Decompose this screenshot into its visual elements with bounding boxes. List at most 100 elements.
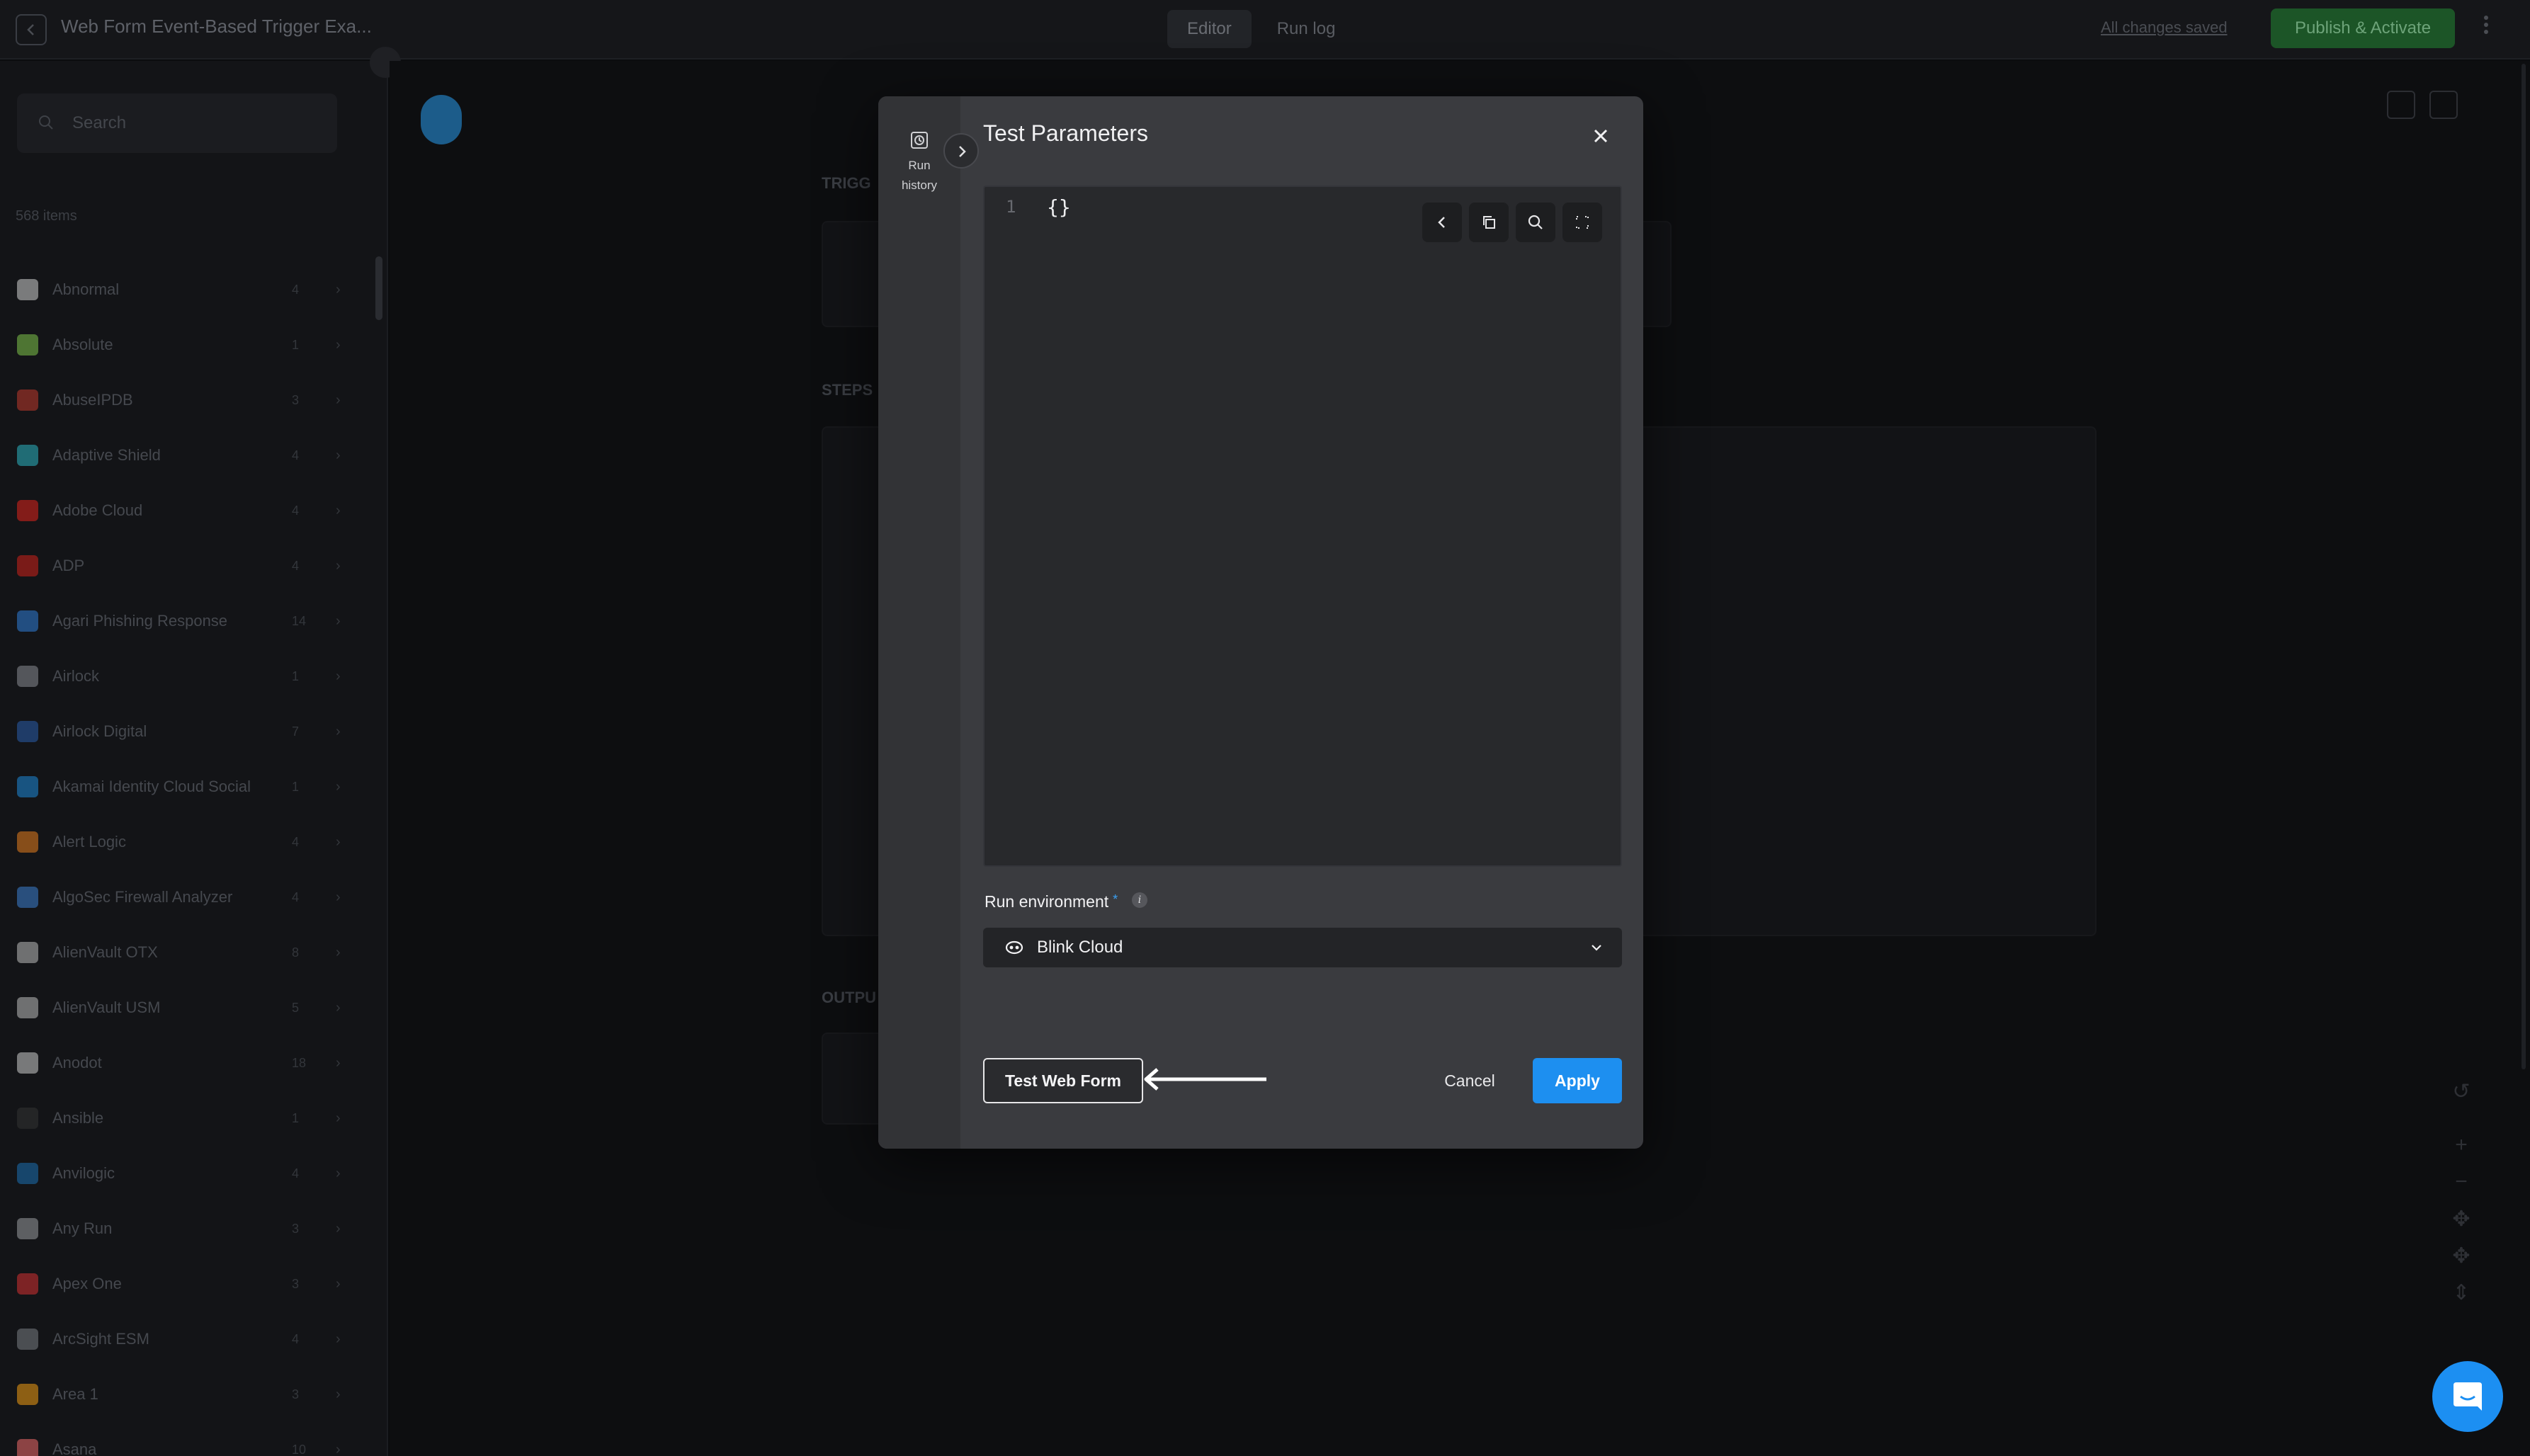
expand-vertical-icon[interactable]: ⇕ <box>2445 1280 2478 1305</box>
sidebar-item[interactable]: AlgoSec Firewall Analyzer 4 › <box>0 870 375 925</box>
sidebar-item[interactable]: Akamai Identity Cloud Social 1 › <box>0 759 375 814</box>
integration-logo-icon <box>17 389 38 411</box>
sidebar-item-count: 4 <box>292 558 300 573</box>
integration-logo-icon <box>17 776 38 797</box>
sidebar-item-label: Alert Logic <box>52 833 126 851</box>
sidebar-item[interactable]: Apex One 3 › <box>0 1256 375 1312</box>
editor-copy-button[interactable] <box>1469 203 1509 242</box>
chevron-right-icon: › <box>336 1441 341 1456</box>
center-view-icon[interactable]: ✥ <box>2445 1244 2478 1268</box>
publish-activate-button[interactable]: Publish & Activate <box>2271 8 2455 48</box>
sidebar-search-input[interactable]: Search <box>17 93 337 153</box>
sidebar-item[interactable]: Agari Phishing Response 14 › <box>0 593 375 649</box>
copy-icon[interactable] <box>2387 91 2415 119</box>
integration-logo-icon <box>17 666 38 687</box>
chevron-right-icon <box>959 146 966 157</box>
integration-logo-icon <box>17 1218 38 1239</box>
sidebar-item[interactable]: Ansible 1 › <box>0 1091 375 1146</box>
fit-view-icon[interactable]: ✥ <box>2445 1207 2478 1232</box>
fullscreen-icon <box>1576 216 1589 229</box>
sidebar-item-count: 3 <box>292 1221 300 1236</box>
sidebar-item-count: 4 <box>292 1166 300 1181</box>
chevron-right-icon: › <box>336 336 341 353</box>
cancel-button[interactable]: Cancel <box>1431 1058 1509 1103</box>
run-environment-label: Run environment * <box>985 892 1118 911</box>
sidebar-item[interactable]: Alert Logic 4 › <box>0 814 375 870</box>
support-chat-button[interactable] <box>2432 1361 2503 1432</box>
sidebar-item-label: Abnormal <box>52 280 120 298</box>
chevron-right-icon: › <box>336 668 341 684</box>
more-menu-icon[interactable] <box>2482 13 2490 45</box>
chevron-right-icon: › <box>336 778 341 795</box>
code-view-icon[interactable] <box>2429 91 2458 119</box>
sidebar-item-label: Area 1 <box>52 1385 98 1403</box>
sidebar-item-count: 3 <box>292 1276 300 1291</box>
sidebar-item[interactable]: Any Run 3 › <box>0 1201 375 1256</box>
expand-panel-button[interactable] <box>943 133 979 169</box>
sidebar-item[interactable]: Adaptive Shield 4 › <box>0 428 375 483</box>
sidebar-item-label: Airlock <box>52 667 100 685</box>
sidebar-item-label: Anodot <box>52 1054 102 1071</box>
sidebar-item-count: 10 <box>292 1442 307 1456</box>
sidebar-item-count: 5 <box>292 1000 300 1015</box>
sidebar-item-count: 1 <box>292 1110 300 1125</box>
sidebar-item[interactable]: Airlock Digital 7 › <box>0 704 375 759</box>
canvas-scrollbar[interactable] <box>2522 64 2526 1069</box>
tab-editor[interactable]: Editor <box>1167 10 1252 48</box>
integration-logo-icon <box>17 445 38 466</box>
actions-sidebar: Search 568 items Abnormal 4 › Absolute 1 › Abu… <box>0 61 388 1456</box>
info-icon[interactable]: i <box>1132 892 1147 908</box>
editor-search-button[interactable] <box>1516 203 1555 242</box>
zoom-out-icon[interactable]: − <box>2445 1170 2478 1194</box>
search-icon <box>1528 215 1543 229</box>
chevron-right-icon: › <box>336 834 341 850</box>
sidebar-item-count: 4 <box>292 448 300 462</box>
json-code-editor[interactable]: 1 {} <box>983 186 1622 867</box>
close-dialog-button[interactable] <box>1587 122 1615 150</box>
zoom-in-icon[interactable]: + <box>2445 1133 2478 1157</box>
test-parameters-dialog: Run history Test Parameters 1 {} Run env… <box>878 96 1643 1149</box>
integration-logo-icon <box>17 1108 38 1129</box>
pointer-arrow-icon <box>1144 1068 1266 1091</box>
step-avatar[interactable] <box>421 95 462 144</box>
sidebar-item[interactable]: Abnormal 4 › <box>0 262 375 317</box>
sidebar-item[interactable]: ADP 4 › <box>0 538 375 593</box>
sidebar-item[interactable]: Anvilogic 4 › <box>0 1146 375 1201</box>
sidebar-item-label: Anvilogic <box>52 1164 115 1182</box>
workflow-title: Web Form Event-Based Trigger Exa... <box>61 16 372 37</box>
sidebar-item-label: Agari Phishing Response <box>52 612 228 630</box>
editor-fullscreen-button[interactable] <box>1562 203 1602 242</box>
sidebar-item[interactable]: Airlock 1 › <box>0 649 375 704</box>
sidebar-item-label: Absolute <box>52 336 113 353</box>
sidebar-item[interactable]: Absolute 1 › <box>0 317 375 372</box>
sidebar-item[interactable]: Adobe Cloud 4 › <box>0 483 375 538</box>
editor-content[interactable]: {} <box>1047 195 1071 219</box>
sidebar-item[interactable]: AlienVault OTX 8 › <box>0 925 375 980</box>
back-button[interactable] <box>16 14 47 45</box>
apply-button[interactable]: Apply <box>1533 1058 1622 1103</box>
run-environment-select[interactable]: Blink Cloud <box>983 928 1622 967</box>
required-marker: * <box>1113 892 1118 906</box>
sidebar-item[interactable]: Asana 10 › <box>0 1422 375 1456</box>
chevron-right-icon: › <box>336 1331 341 1347</box>
sidebar-item-count: 4 <box>292 889 300 904</box>
items-count-label: 568 items <box>16 208 77 224</box>
chevron-right-icon: › <box>336 1110 341 1126</box>
sidebar-scrollbar[interactable] <box>375 256 382 320</box>
sidebar-item[interactable]: Area 1 3 › <box>0 1367 375 1422</box>
sidebar-item-count: 1 <box>292 779 300 794</box>
undo-icon[interactable]: ↺ <box>2445 1079 2478 1104</box>
tab-run-log[interactable]: Run log <box>1257 10 1356 48</box>
integration-logo-icon <box>17 610 38 632</box>
test-web-form-button[interactable]: Test Web Form <box>983 1058 1143 1103</box>
editor-back-button[interactable] <box>1422 203 1462 242</box>
sidebar-item-count: 4 <box>292 834 300 849</box>
sidebar-item[interactable]: ArcSight ESM 4 › <box>0 1312 375 1367</box>
sidebar-item-count: 8 <box>292 945 300 960</box>
sidebar-item-count: 7 <box>292 724 300 739</box>
steps-section-label: STEPS <box>822 381 873 399</box>
sidebar-item[interactable]: AbuseIPDB 3 › <box>0 372 375 428</box>
integration-logo-icon <box>17 1273 38 1295</box>
sidebar-item[interactable]: Anodot 18 › <box>0 1035 375 1091</box>
sidebar-item[interactable]: AlienVault USM 5 › <box>0 980 375 1035</box>
